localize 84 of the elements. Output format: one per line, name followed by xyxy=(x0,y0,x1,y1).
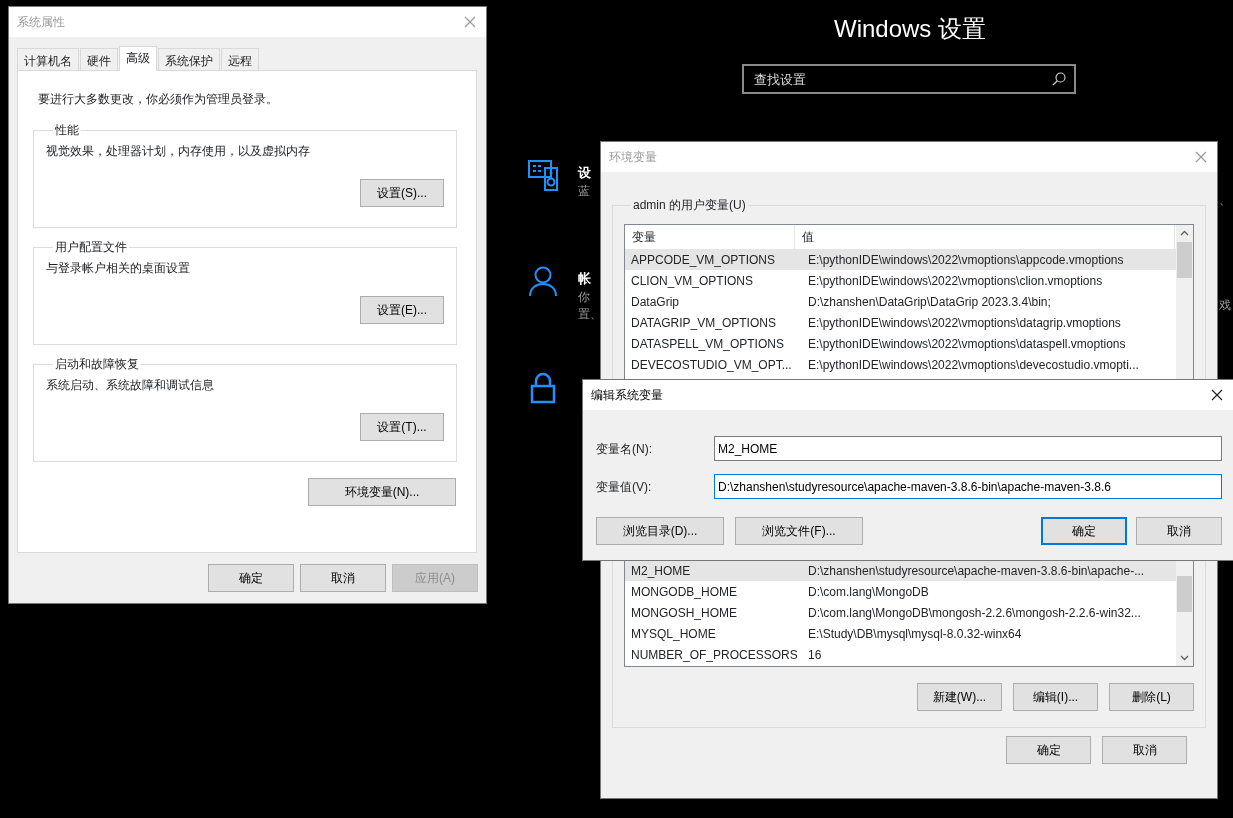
list-row[interactable]: NUMBER_OF_PROCESSORS 16 xyxy=(625,644,1176,665)
list-row[interactable]: MONGOSH_HOME D:\com.lang\MongoDB\mongosh-2.2.6\mongosh-2.2.6-win32... xyxy=(625,602,1176,623)
dialog-button[interactable]: 新建(W)... xyxy=(917,683,1002,711)
category-title[interactable]: 设 xyxy=(578,163,591,183)
category-description: 戏 xyxy=(1219,297,1231,314)
table-cell-text: D:\zhanshen\DataGrip\DataGrip 2023.3.4\bin; xyxy=(807,293,1051,311)
field-label: 变量名(N): xyxy=(596,440,653,458)
table-cell-text: MONGODB_HOME xyxy=(630,583,738,601)
list-row[interactable]: DATAGRIP_VM_OPTIONS E:\pythonIDE\windows\2022\vmoptions\datagrip.vmoptions xyxy=(625,312,1176,333)
list-row[interactable]: DataGrip D:\zhanshen\DataGrip\DataGrip 2023.3.4\bin; xyxy=(625,291,1176,312)
list-row[interactable]: APPCODE_VM_OPTIONS E:\pythonIDE\windows\2022\vmoptions\appcode.vmoptions xyxy=(625,249,1176,270)
table-cell-text: E:\pythonIDE\windows\2022\vmoptions\appcode.vmoptions xyxy=(807,251,1124,269)
tab[interactable]: 系统保护 xyxy=(158,48,220,70)
table-cell-text: APPCODE_VM_OPTIONS xyxy=(630,251,777,269)
tab[interactable]: 高级 xyxy=(119,46,157,71)
group-description: 与登录帐户相关的桌面设置 xyxy=(46,260,191,277)
group-title: 性能 xyxy=(54,123,80,137)
window-title: 编辑系统变量 xyxy=(591,387,663,404)
settings-button[interactable]: 设置(S)... xyxy=(360,179,444,207)
category-description: 蓝 xyxy=(578,182,591,200)
dialog-button[interactable]: 删除(L) xyxy=(1109,683,1194,711)
dialog-button[interactable]: 确定 xyxy=(1006,736,1091,764)
list-row[interactable]: DATASPELL_VM_OPTIONS E:\pythonIDE\windows\2022\vmoptions\dataspell.vmoptions xyxy=(625,333,1176,354)
scroll-thumb[interactable] xyxy=(1177,242,1192,278)
dialog-button[interactable]: 取消 xyxy=(300,564,386,592)
environment-variables-button[interactable]: 环境变量(N)... xyxy=(308,478,456,506)
dialog-button[interactable]: 确定 xyxy=(1041,517,1127,545)
person-icon xyxy=(528,266,560,298)
window-title: 环境变量 xyxy=(609,149,657,166)
input-field[interactable]: D:\zhanshen\studyresource\apache-maven-3.8.6-bin\apache-maven-3.8.6 xyxy=(714,474,1222,499)
table-cell-text: DATASPELL_VM_OPTIONS xyxy=(630,335,785,353)
category-title[interactable]: 帐 xyxy=(578,269,602,289)
table-cell-text: E:\pythonIDE\windows\2022\vmoptions\clion.vmoptions xyxy=(807,272,1103,290)
table-cell-text: E:\pythonIDE\windows\2022\vmoptions\datagrip.vmoptions xyxy=(807,314,1121,332)
scroll-thumb[interactable] xyxy=(1177,576,1192,612)
category-description: 置、 xyxy=(578,305,602,323)
search-field[interactable]: 查找设置 xyxy=(742,64,1076,94)
group-title: 用户配置文件 xyxy=(54,240,128,254)
table-cell-text: E:\pythonIDE\windows\2022\vmoptions\dataspell.vmoptions xyxy=(807,335,1126,353)
group-description: 视觉效果，处理器计划，内存使用，以及虚拟内存 xyxy=(46,143,311,160)
search-icon xyxy=(1052,72,1066,86)
table-cell-text: NUMBER_OF_PROCESSORS xyxy=(630,646,799,664)
table-cell-text: E:\pythonIDE\windows\2022\vmoptions\devecostudio.vmopti... xyxy=(807,356,1139,374)
table-cell-text: E:\Study\DB\mysql\mysql-8.0.32-winx64 xyxy=(807,625,1022,643)
table-cell-text: DataGrip xyxy=(630,293,681,311)
dialog-button[interactable]: 取消 xyxy=(1102,736,1187,764)
keyboard-speaker-icon xyxy=(528,160,560,192)
input-field[interactable]: M2_HOME xyxy=(714,436,1222,461)
tab[interactable]: 远程 xyxy=(221,48,259,70)
group-title: admin 的用户变量(U) xyxy=(632,198,747,212)
group-title: 启动和故障恢复 xyxy=(54,357,140,371)
table-cell-text: 16 xyxy=(807,646,822,664)
tab[interactable]: 计算机名 xyxy=(17,48,79,70)
table-cell-text: MONGOSH_HOME xyxy=(630,604,738,622)
dialog-button[interactable]: 浏览目录(D)... xyxy=(596,517,724,545)
settings-button[interactable]: 设置(T)... xyxy=(360,413,444,441)
table-cell-text: CLION_VM_OPTIONS xyxy=(630,272,755,290)
dialog-button[interactable]: 编辑(I)... xyxy=(1013,683,1098,711)
group-description: 系统启动、系统故障和调试信息 xyxy=(46,377,215,394)
table-cell-text: M2_HOME xyxy=(630,562,692,580)
field-label: 变量值(V): xyxy=(596,478,653,496)
table-cell-text: D:\com.lang\MongoDB\mongosh-2.2.6\mongosh-2.2.6-win32... xyxy=(807,604,1141,622)
window-title: 系统属性 xyxy=(17,14,65,31)
tab[interactable]: 硬件 xyxy=(80,48,118,70)
list-row[interactable]: MYSQL_HOME E:\Study\DB\mysql\mysql-8.0.32-winx64 xyxy=(625,623,1176,644)
table-cell-text: DEVECOSTUDIO_VM_OPT... xyxy=(630,356,793,374)
window-title: Windows 设置 xyxy=(833,14,987,44)
category-description: 你 xyxy=(578,288,591,306)
close-icon[interactable] xyxy=(1211,389,1223,401)
list-row[interactable]: DEVECOSTUDIO_VM_OPT... E:\pythonIDE\windows\2022\vmoptions\devecostudio.vmopti... xyxy=(625,354,1176,375)
notice-text: 要进行大多数更改，你必须作为管理员登录。 xyxy=(38,91,279,108)
settings-button[interactable]: 设置(E)... xyxy=(360,296,444,324)
dialog-button[interactable]: 确定 xyxy=(208,564,294,592)
table-cell-text: D:\zhanshen\studyresource\apache-maven-3.8.6-bin\apache-... xyxy=(807,562,1145,580)
scrollbar[interactable] xyxy=(1176,559,1193,666)
list-row[interactable]: CLION_VM_OPTIONS E:\pythonIDE\windows\2022\vmoptions\clion.vmoptions xyxy=(625,270,1176,291)
list-row[interactable]: M2_HOME D:\zhanshen\studyresource\apache-maven-3.8.6-bin\apache-... xyxy=(625,560,1176,581)
table-cell-text: DATAGRIP_VM_OPTIONS xyxy=(630,314,777,332)
category-description: 、 xyxy=(1219,192,1231,209)
dialog-button[interactable]: 浏览文件(F)... xyxy=(735,517,863,545)
table-cell-text: D:\com.lang\MongoDB xyxy=(807,583,929,601)
dialog-button[interactable]: 取消 xyxy=(1136,517,1222,545)
table-cell-text: MYSQL_HOME xyxy=(630,625,717,643)
list-row[interactable]: MONGODB_HOME D:\com.lang\MongoDB xyxy=(625,581,1176,602)
